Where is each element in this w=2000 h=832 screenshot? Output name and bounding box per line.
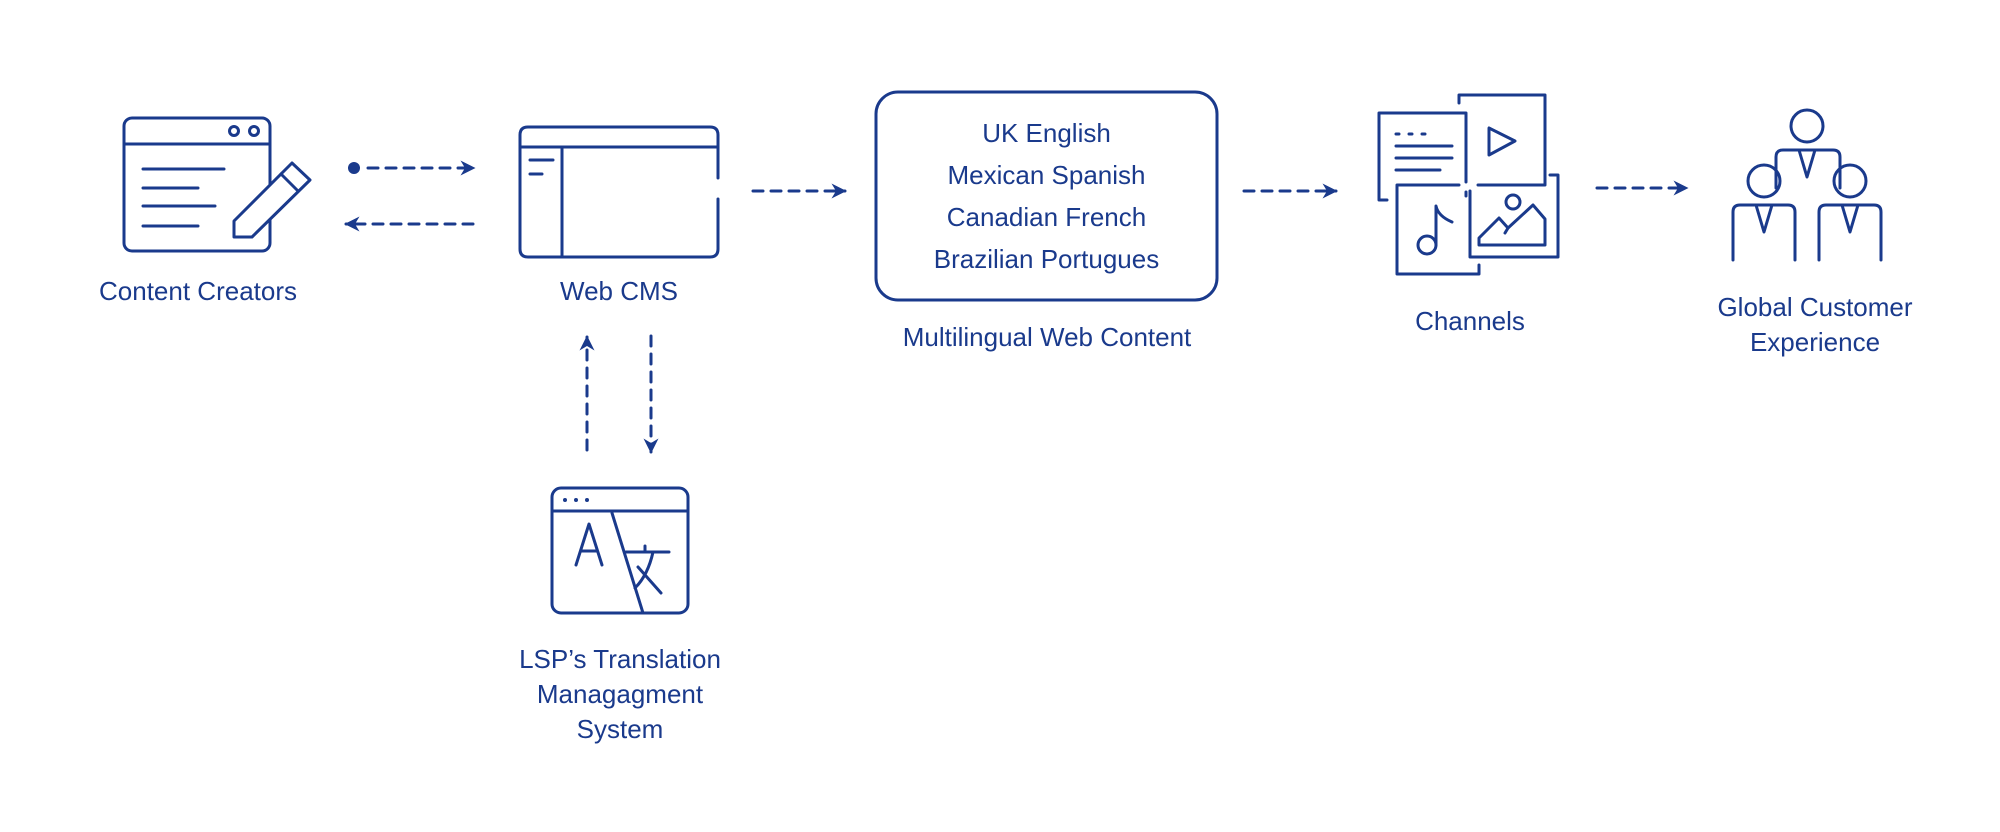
language-item: Canadian French	[946, 202, 1147, 232]
people-group-icon	[1731, 108, 1883, 262]
translate-window-icon	[550, 486, 690, 615]
arrow-creators-to-cms	[348, 160, 476, 176]
media-channels-icon	[1377, 93, 1560, 276]
label-line: Managagment	[536, 679, 704, 709]
language-item: UK English	[982, 118, 1111, 148]
label-line: Global Customer	[1717, 292, 1913, 322]
language-list: UK English Mexican Spanish Canadian Fren…	[876, 92, 1217, 300]
label-line: Experience	[1749, 327, 1881, 357]
global-customer-label: Global Customer Experience	[1717, 290, 1912, 360]
label-line: LSP’s Translation	[519, 644, 721, 674]
workflow-diagram: Content Creators Web CMS UK English Mexi…	[0, 0, 2000, 832]
language-item: Mexican Spanish	[947, 160, 1146, 190]
cms-window-icon	[518, 125, 720, 259]
document-edit-icon	[122, 116, 312, 253]
channels-label: Channels	[1415, 306, 1525, 336]
label-line: System	[576, 714, 664, 744]
lsp-label: LSP’s Translation Managagment System	[519, 642, 721, 747]
language-item: Brazilian Portugues	[933, 244, 1160, 274]
web-cms-label: Web CMS	[560, 276, 678, 306]
multilingual-label: Multilingual Web Content	[902, 322, 1192, 352]
content-creators-label: Content Creators	[99, 276, 297, 306]
